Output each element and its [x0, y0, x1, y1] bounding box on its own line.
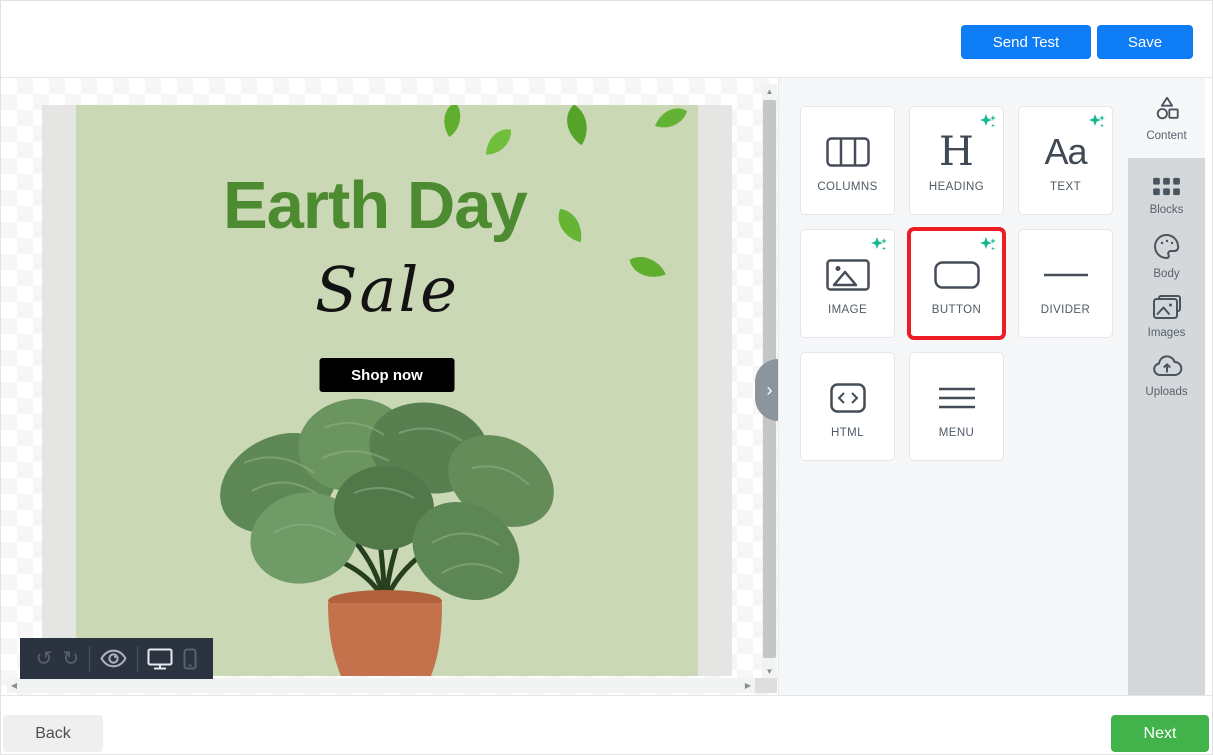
- eye-icon[interactable]: [100, 649, 127, 668]
- block-card-divider[interactable]: DIVIDER: [1018, 229, 1113, 338]
- shapes-icon: [1153, 95, 1181, 126]
- email-hero-image[interactable]: Earth Day Sale Shop now: [76, 105, 698, 676]
- sidebar-tab-label: Blocks: [1150, 204, 1184, 216]
- sidebar-tab-images[interactable]: Images: [1128, 288, 1205, 344]
- redo-icon[interactable]: ↻: [62, 649, 79, 669]
- sidebar-tab-label: Content: [1146, 130, 1186, 142]
- sidebar-tab-label: Images: [1148, 327, 1186, 339]
- block-label: MENU: [939, 427, 974, 439]
- sidebar-tab-uploads[interactable]: Uploads: [1128, 348, 1205, 404]
- sidebar-tab-body[interactable]: Body: [1128, 228, 1205, 284]
- back-button[interactable]: Back: [3, 715, 103, 752]
- sidebar-tab-label: Body: [1153, 268, 1179, 280]
- scroll-right-arrow[interactable]: ▶: [741, 678, 755, 693]
- html-icon: [830, 377, 866, 419]
- preview-toolbar: ↺↻: [20, 638, 213, 679]
- mobile-icon[interactable]: [183, 648, 197, 670]
- bottom-bar: Back Next: [1, 695, 1212, 755]
- block-card-html[interactable]: HTML: [800, 352, 895, 461]
- block-label: HEADING: [929, 181, 984, 193]
- next-button[interactable]: Next: [1111, 715, 1209, 752]
- top-bar: Send Test Save: [1, 1, 1212, 78]
- divider-icon: [1043, 254, 1089, 296]
- palette-icon: [1153, 233, 1181, 264]
- button-icon: [934, 254, 980, 296]
- horizontal-scrollbar[interactable]: ◀ ▶: [7, 678, 755, 693]
- hero-script-text[interactable]: Sale: [315, 253, 459, 326]
- scroll-left-arrow[interactable]: ◀: [7, 678, 21, 693]
- block-label: DIVIDER: [1041, 304, 1090, 316]
- grid-icon: [1153, 176, 1180, 200]
- blocks-grid: COLUMNS H HEADING Aa TEXT IMAGE BUTTON DIVIDER H…: [800, 106, 1113, 461]
- content-panel: COLUMNS H HEADING Aa TEXT IMAGE BUTTON DIVIDER H…: [778, 78, 1128, 695]
- email-preview[interactable]: Earth Day Sale Shop now: [42, 105, 732, 676]
- text-icon: Aa: [1044, 131, 1086, 173]
- desktop-icon[interactable]: [147, 648, 173, 670]
- block-card-columns[interactable]: COLUMNS: [800, 106, 895, 215]
- ai-sparkle-icon: [870, 236, 888, 259]
- image-icon: [826, 254, 870, 296]
- block-label: HTML: [831, 427, 864, 439]
- panel-collapse-handle[interactable]: ›: [755, 359, 778, 421]
- block-card-menu[interactable]: MENU: [909, 352, 1004, 461]
- scroll-down-arrow[interactable]: ▼: [762, 664, 777, 678]
- email-builder-app: Send Test Save Earth Day Sale: [0, 0, 1213, 755]
- shop-now-button[interactable]: Shop now: [320, 358, 455, 392]
- photos-icon: [1152, 294, 1182, 323]
- sidebar-tab-content[interactable]: Content: [1128, 78, 1205, 158]
- chevron-right-icon: ›: [767, 380, 773, 401]
- send-test-button[interactable]: Send Test: [961, 25, 1091, 59]
- scrollbar-corner: [755, 678, 777, 693]
- menu-icon: [937, 377, 977, 419]
- block-label: BUTTON: [932, 304, 981, 316]
- block-label: TEXT: [1050, 181, 1081, 193]
- sidebar-tab-strip: Content Blocks Body Images Uploads: [1128, 78, 1205, 695]
- toolbar-divider: [137, 646, 138, 672]
- ai-sparkle-icon: [979, 236, 997, 259]
- scroll-up-arrow[interactable]: ▲: [762, 84, 777, 98]
- columns-icon: [826, 131, 870, 173]
- undo-icon[interactable]: ↺: [36, 649, 53, 669]
- block-card-image[interactable]: IMAGE: [800, 229, 895, 338]
- block-card-text[interactable]: Aa TEXT: [1018, 106, 1113, 215]
- save-button[interactable]: Save: [1097, 25, 1193, 59]
- cloud-upload-icon: [1151, 354, 1183, 382]
- editor-canvas: Earth Day Sale Shop now: [1, 78, 778, 695]
- plant-illustration: [204, 393, 566, 676]
- block-label: COLUMNS: [817, 181, 877, 193]
- sidebar-tab-blocks[interactable]: Blocks: [1128, 168, 1205, 224]
- ai-sparkle-icon: [1088, 113, 1106, 136]
- sidebar-tab-label: Uploads: [1145, 386, 1187, 398]
- hero-heading-text[interactable]: Earth Day: [223, 167, 527, 244]
- ai-sparkle-icon: [979, 113, 997, 136]
- block-card-button[interactable]: BUTTON: [909, 229, 1004, 338]
- toolbar-divider: [89, 646, 90, 672]
- heading-icon: H: [939, 131, 974, 173]
- block-label: IMAGE: [828, 304, 867, 316]
- block-card-heading[interactable]: H HEADING: [909, 106, 1004, 215]
